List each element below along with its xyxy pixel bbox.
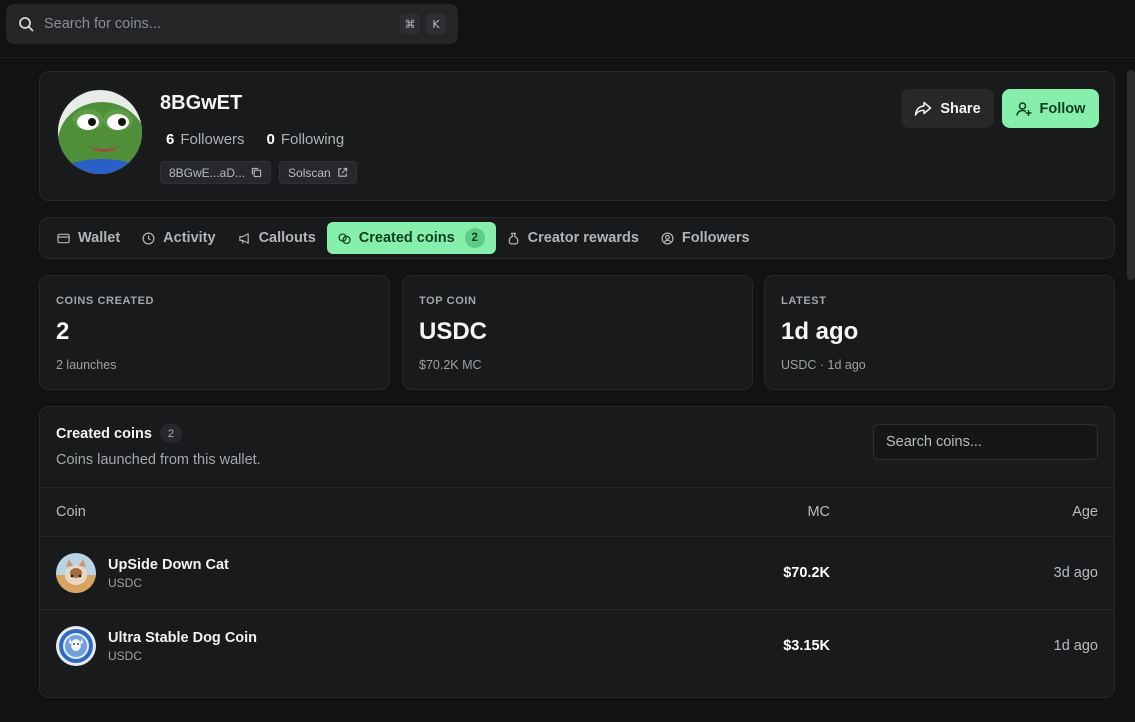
following-stat[interactable]: 0 Following [267, 131, 345, 148]
table-header: Coin MC Age [40, 487, 1114, 536]
user-plus-icon [1015, 101, 1032, 116]
tab-creator-rewards[interactable]: Creator rewards [496, 222, 650, 254]
table-row[interactable]: Ultra Stable Dog Coin USDC $3.15K 1d ago [40, 609, 1114, 682]
shortcut-cmd-key: ⌘ [400, 14, 420, 34]
profile-card: 8BGwET 6 Followers 0 Following 8BGwE...aD.… [39, 71, 1115, 201]
created-coins-title: Created coins [56, 425, 152, 442]
tab-creator-rewards-label: Creator rewards [527, 230, 639, 246]
tab-created-coins-badge: 2 [464, 228, 485, 248]
following-label: Following [280, 131, 345, 148]
created-coins-panel: Created coins 2 Coins launched from this… [39, 406, 1115, 698]
stat-value: 2 [56, 318, 70, 345]
bag-icon [508, 232, 519, 244]
coins-icon [338, 232, 351, 244]
tab-wallet[interactable]: Wallet [46, 222, 131, 254]
tab-activity-label: Activity [163, 230, 216, 246]
external-link-icon [338, 167, 347, 177]
follow-stats: 6 Followers 0 Following [166, 131, 344, 148]
coin-age: 3d ago [1053, 565, 1098, 581]
share-icon [915, 101, 932, 116]
coin-age: 1d ago [1053, 638, 1098, 654]
stat-value: 1d ago [781, 318, 859, 345]
coin-symbol: USDC [108, 576, 143, 590]
tab-created-coins[interactable]: Created coins 2 [326, 222, 496, 254]
following-count: 0 [266, 131, 275, 148]
profile-chips: 8BGwE...aD... Solscan [160, 161, 357, 184]
follow-button[interactable]: Follow [1002, 89, 1099, 128]
coin-mc: $3.15K [783, 638, 830, 654]
solscan-label: Solscan [288, 165, 331, 180]
column-coin[interactable]: Coin [56, 504, 86, 520]
global-search-placeholder: Search for coins... [44, 16, 161, 32]
follow-label: Follow [1039, 100, 1086, 117]
created-coins-count: 2 [159, 424, 182, 443]
tab-callouts[interactable]: Callouts [227, 222, 327, 254]
global-search[interactable]: Search for coins... ⌘ K [6, 4, 458, 44]
wallet-address: 8BGwE...aD... [169, 165, 246, 180]
stat-sub: USDC · 1d ago [781, 358, 866, 372]
followers-count: 6 [166, 131, 175, 148]
stat-sub: $70.2K MC [419, 358, 482, 372]
created-coins-description: Coins launched from this wallet. [56, 452, 261, 468]
tab-callouts-label: Callouts [258, 230, 316, 246]
coin-name[interactable]: UpSide Down Cat [108, 557, 229, 573]
tab-wallet-label: Wallet [78, 230, 121, 246]
cat-coin-image [56, 553, 96, 593]
coin-search-input[interactable] [873, 424, 1098, 460]
column-mc[interactable]: MC [807, 504, 830, 520]
stat-value: USDC [419, 318, 488, 345]
profile-name: 8BGwET [160, 92, 243, 114]
created-coins-heading: Created coins 2 [56, 424, 182, 443]
column-age[interactable]: Age [1072, 504, 1098, 520]
stat-label: TOP COIN [419, 295, 477, 307]
profile-avatar [56, 88, 144, 176]
top-bar: Search for coins... ⌘ K [0, 0, 1135, 58]
coin-name[interactable]: Ultra Stable Dog Coin [108, 630, 257, 646]
followers-label: Followers [180, 131, 245, 148]
dog-coin-image [56, 626, 96, 666]
cat-coin-icon [56, 553, 96, 593]
coin-mc: $70.2K [783, 565, 830, 581]
stat-card-latest: LATEST 1d ago USDC · 1d ago [764, 275, 1115, 390]
wallet-icon [57, 233, 70, 243]
stat-sub: 2 launches [56, 358, 117, 372]
solscan-link[interactable]: Solscan [279, 161, 357, 184]
table-row[interactable]: UpSide Down Cat USDC $70.2K 3d ago [40, 536, 1114, 609]
tab-activity[interactable]: Activity [131, 222, 226, 254]
share-button[interactable]: Share [901, 89, 994, 128]
profile-tabs: Wallet Activity Callouts Created coins 2… [39, 217, 1115, 259]
search-icon [19, 17, 34, 32]
pepe-avatar-icon [58, 90, 142, 174]
tab-followers-label: Followers [681, 230, 750, 246]
copy-address-chip[interactable]: 8BGwE...aD... [160, 161, 272, 184]
tab-created-coins-label: Created coins [358, 230, 455, 246]
tab-followers[interactable]: Followers [650, 222, 761, 254]
stat-card-top-coin: TOP COIN USDC $70.2K MC [402, 275, 753, 390]
stat-label: COINS CREATED [56, 295, 155, 307]
stat-label: LATEST [781, 295, 827, 307]
stat-card-coins-created: COINS CREATED 2 2 launches [39, 275, 390, 390]
share-label: Share [940, 100, 981, 117]
user-circle-icon [661, 232, 674, 244]
followers-stat[interactable]: 6 Followers [166, 131, 245, 148]
coin-symbol: USDC [108, 649, 143, 663]
copy-icon [251, 167, 262, 178]
page-scrollbar[interactable] [1127, 70, 1135, 280]
clock-icon [142, 232, 155, 244]
dog-coin-icon [56, 626, 96, 666]
shortcut-k-key: K [426, 14, 446, 34]
megaphone-icon [238, 232, 249, 244]
